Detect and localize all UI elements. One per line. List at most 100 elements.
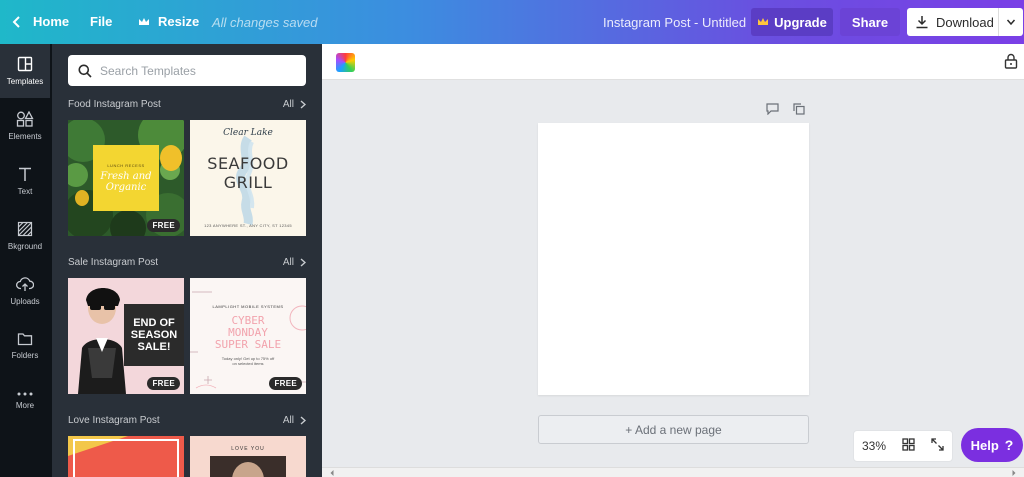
layout-icon bbox=[17, 56, 33, 72]
season-line1: END OF bbox=[133, 317, 175, 329]
see-all-love-link[interactable]: All bbox=[283, 415, 306, 426]
share-label: Share bbox=[851, 14, 889, 30]
nav-templates[interactable]: Templates bbox=[0, 44, 50, 98]
template-seafood-grill-text: Clear Lake SEAFOOD GRILL 123 ANYWHERE ST… bbox=[190, 120, 306, 236]
lock-button[interactable] bbox=[1004, 53, 1018, 74]
season-line2: SEASON bbox=[130, 329, 178, 341]
zoom-controls: 33% bbox=[853, 430, 953, 462]
background-icon bbox=[17, 221, 33, 237]
share-button[interactable]: Share bbox=[840, 8, 900, 36]
file-label: File bbox=[90, 14, 113, 29]
add-page-button[interactable]: + Add a new page bbox=[538, 415, 809, 444]
see-all-label: All bbox=[282, 99, 294, 110]
nav-background[interactable]: Bkground bbox=[0, 209, 50, 263]
text-icon bbox=[19, 167, 31, 181]
nav-background-label: Bkground bbox=[7, 242, 43, 251]
crown-icon bbox=[139, 17, 149, 25]
comment-icon bbox=[766, 103, 779, 116]
nav-elements[interactable]: Elements bbox=[0, 99, 50, 153]
seafood-script: Clear Lake bbox=[223, 128, 273, 138]
fullscreen-button[interactable] bbox=[931, 438, 944, 454]
template-end-of-season-sale[interactable]: END OF SEASON SALE! FREE bbox=[68, 278, 184, 394]
left-nav: Templates Elements Text Bkground Uploads… bbox=[0, 44, 52, 477]
template-love-1-image bbox=[68, 436, 184, 477]
cyber-line3: SUPER SALE bbox=[214, 338, 282, 351]
see-all-sale-link[interactable]: All bbox=[283, 257, 306, 268]
template-love-you[interactable]: LOVE YOU bbox=[190, 436, 306, 477]
copy-icon bbox=[793, 103, 805, 115]
chevron-right-icon bbox=[300, 100, 306, 109]
free-badge: FREE bbox=[147, 219, 180, 232]
search-box[interactable] bbox=[68, 55, 306, 86]
template-love-you-image bbox=[210, 456, 286, 477]
organic-line1: Fresh and bbox=[100, 171, 152, 182]
search-input[interactable] bbox=[100, 63, 290, 78]
upgrade-label: Upgrade bbox=[774, 14, 827, 30]
template-fresh-organic-text: LUNCH RECESS Fresh and Organic bbox=[93, 145, 159, 211]
organic-line2: Organic bbox=[105, 182, 147, 193]
see-all-label: All bbox=[282, 415, 294, 426]
design-title[interactable]: Instagram Post - Untitled bbox=[603, 15, 746, 30]
help-label: Help bbox=[970, 437, 999, 453]
section-header-love: Love Instagram Post All bbox=[68, 415, 306, 426]
nav-uploads[interactable]: Uploads bbox=[0, 264, 50, 318]
shapes-icon bbox=[16, 111, 34, 127]
save-status: All changes saved bbox=[212, 15, 318, 30]
nav-more-label: More bbox=[15, 401, 35, 410]
nav-more[interactable]: More bbox=[0, 374, 50, 428]
grid-icon bbox=[902, 438, 915, 451]
download-button[interactable]: Download bbox=[907, 8, 1023, 36]
resize-button[interactable]: Resize bbox=[138, 14, 199, 29]
home-button[interactable]: Home bbox=[10, 14, 69, 29]
nav-elements-label: Elements bbox=[8, 132, 42, 141]
search-icon bbox=[78, 64, 92, 78]
chevron-down-icon bbox=[1006, 19, 1016, 26]
season-line3: SALE! bbox=[137, 341, 171, 353]
background-color-swatch[interactable] bbox=[336, 53, 355, 72]
page-actions bbox=[766, 102, 805, 120]
nav-text[interactable]: Text bbox=[0, 154, 50, 208]
add-note-button[interactable] bbox=[766, 102, 779, 120]
seafood-line2: GRILL bbox=[223, 173, 273, 192]
section-title: Love Instagram Post bbox=[68, 415, 160, 426]
nav-folders-label: Folders bbox=[11, 351, 39, 360]
top-bar: Home File Resize All changes saved Insta… bbox=[0, 0, 1024, 44]
template-fresh-organic[interactable]: LUNCH RECESS Fresh and Organic FREE bbox=[68, 120, 184, 236]
organic-small-text: LUNCH RECESS bbox=[107, 163, 145, 168]
download-main[interactable]: Download bbox=[907, 8, 999, 36]
download-options-button[interactable] bbox=[999, 8, 1023, 36]
section-header-sale: Sale Instagram Post All bbox=[68, 257, 306, 268]
more-icon bbox=[17, 392, 33, 396]
canvas-toolbar bbox=[322, 44, 1024, 80]
cyber-sub2: on selected items bbox=[232, 361, 264, 366]
section-title: Food Instagram Post bbox=[68, 99, 161, 110]
nav-folders[interactable]: Folders bbox=[0, 319, 50, 373]
template-love-1[interactable] bbox=[68, 436, 184, 477]
nav-text-label: Text bbox=[17, 187, 33, 196]
chevron-right-icon bbox=[300, 416, 306, 425]
template-cyber-monday[interactable]: LAMPLIGHT MOBILE SYSTEMS CYBER MONDAY SU… bbox=[190, 278, 306, 394]
folder-icon bbox=[17, 333, 33, 346]
seafood-line1: SEAFOOD bbox=[207, 154, 289, 173]
nav-templates-label: Templates bbox=[6, 77, 44, 86]
design-page[interactable] bbox=[538, 123, 809, 395]
file-menu-button[interactable]: File bbox=[90, 14, 112, 29]
expand-icon bbox=[931, 438, 944, 451]
templates-panel: Food Instagram Post All LUNCH RECESS Fre… bbox=[52, 44, 322, 477]
help-question-icon: ? bbox=[1004, 437, 1014, 453]
scroll-right-arrow-icon bbox=[1012, 470, 1016, 476]
horizontal-scrollbar[interactable] bbox=[322, 467, 1024, 477]
see-all-label: All bbox=[282, 257, 294, 268]
lock-icon bbox=[1004, 53, 1018, 69]
upload-icon bbox=[16, 277, 34, 291]
free-badge: FREE bbox=[269, 377, 302, 390]
help-button[interactable]: Help ? bbox=[961, 428, 1023, 462]
see-all-food-link[interactable]: All bbox=[283, 99, 306, 110]
free-badge: FREE bbox=[147, 377, 180, 390]
template-seafood-grill[interactable]: Clear Lake SEAFOOD GRILL 123 ANYWHERE ST… bbox=[190, 120, 306, 236]
upgrade-button[interactable]: Upgrade bbox=[751, 8, 833, 36]
resize-label: Resize bbox=[158, 14, 200, 29]
grid-view-button[interactable] bbox=[902, 438, 915, 454]
zoom-level[interactable]: 33% bbox=[862, 439, 886, 453]
duplicate-page-button[interactable] bbox=[793, 102, 805, 120]
